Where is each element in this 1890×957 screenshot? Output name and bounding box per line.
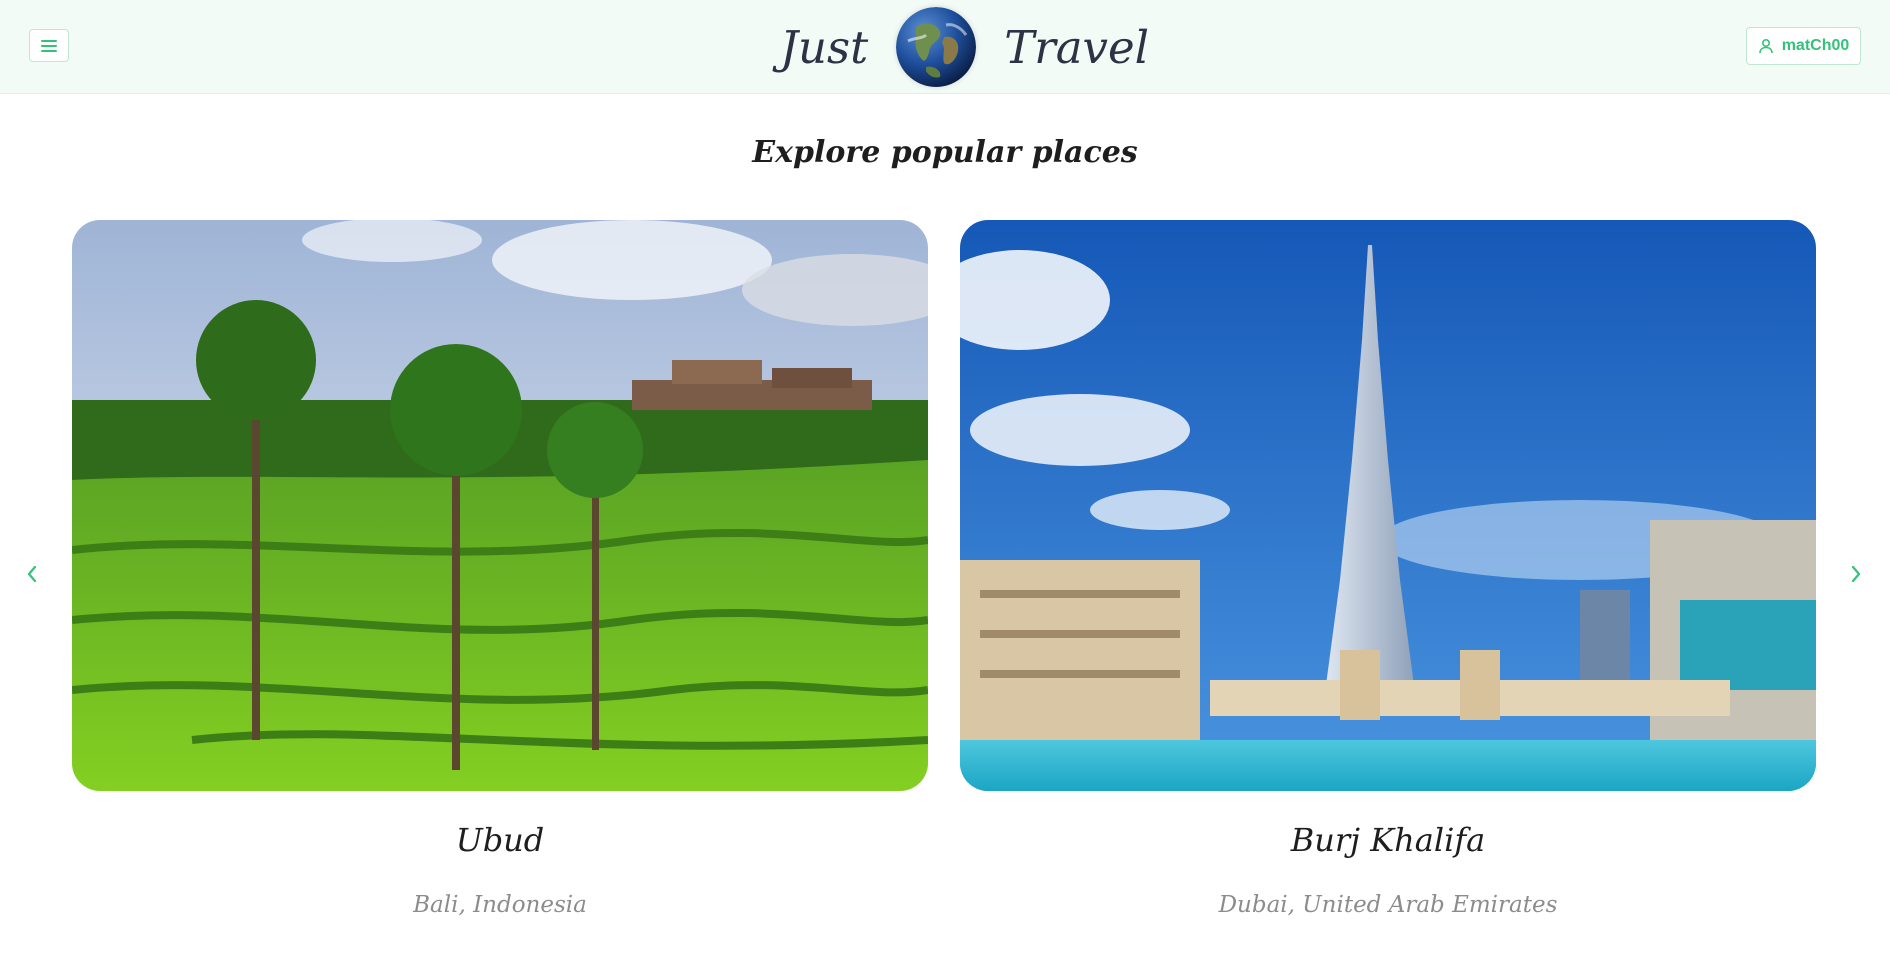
brand-word-just: Just [780,20,869,74]
section-title: Explore popular places [752,135,1138,170]
brand-logo[interactable]: Just Travel [780,0,1149,94]
place-location-ubud: Bali, Indonesia [413,892,587,918]
hamburger-menu-icon [41,39,57,52]
place-title-burj-khalifa: Burj Khalifa [1290,821,1486,859]
user-name: matCh00 [1781,37,1850,54]
site-header: Just Travel matCh00 [0,0,1890,94]
place-card-burj-khalifa[interactable]: Burj Khalifa Dubai, United Arab Emirates [960,220,1816,917]
user-icon [1758,38,1773,54]
carousel-prev-button[interactable] [20,560,44,588]
menu-button[interactable] [29,29,69,62]
carousel-next-button[interactable] [1844,560,1868,588]
place-card-ubud[interactable]: Ubud Bali, Indonesia [72,220,928,917]
place-title-ubud: Ubud [455,821,545,859]
place-location-burj-khalifa: Dubai, United Arab Emirates [1218,892,1558,918]
place-image-ubud[interactable] [72,220,928,791]
chevron-left-icon [27,565,37,583]
place-image-burj-khalifa[interactable] [960,220,1816,791]
user-account-button[interactable]: matCh00 [1746,27,1861,65]
chevron-right-icon [1851,565,1861,583]
earth-globe-icon [896,7,977,87]
brand-word-travel: Travel [1004,20,1150,74]
